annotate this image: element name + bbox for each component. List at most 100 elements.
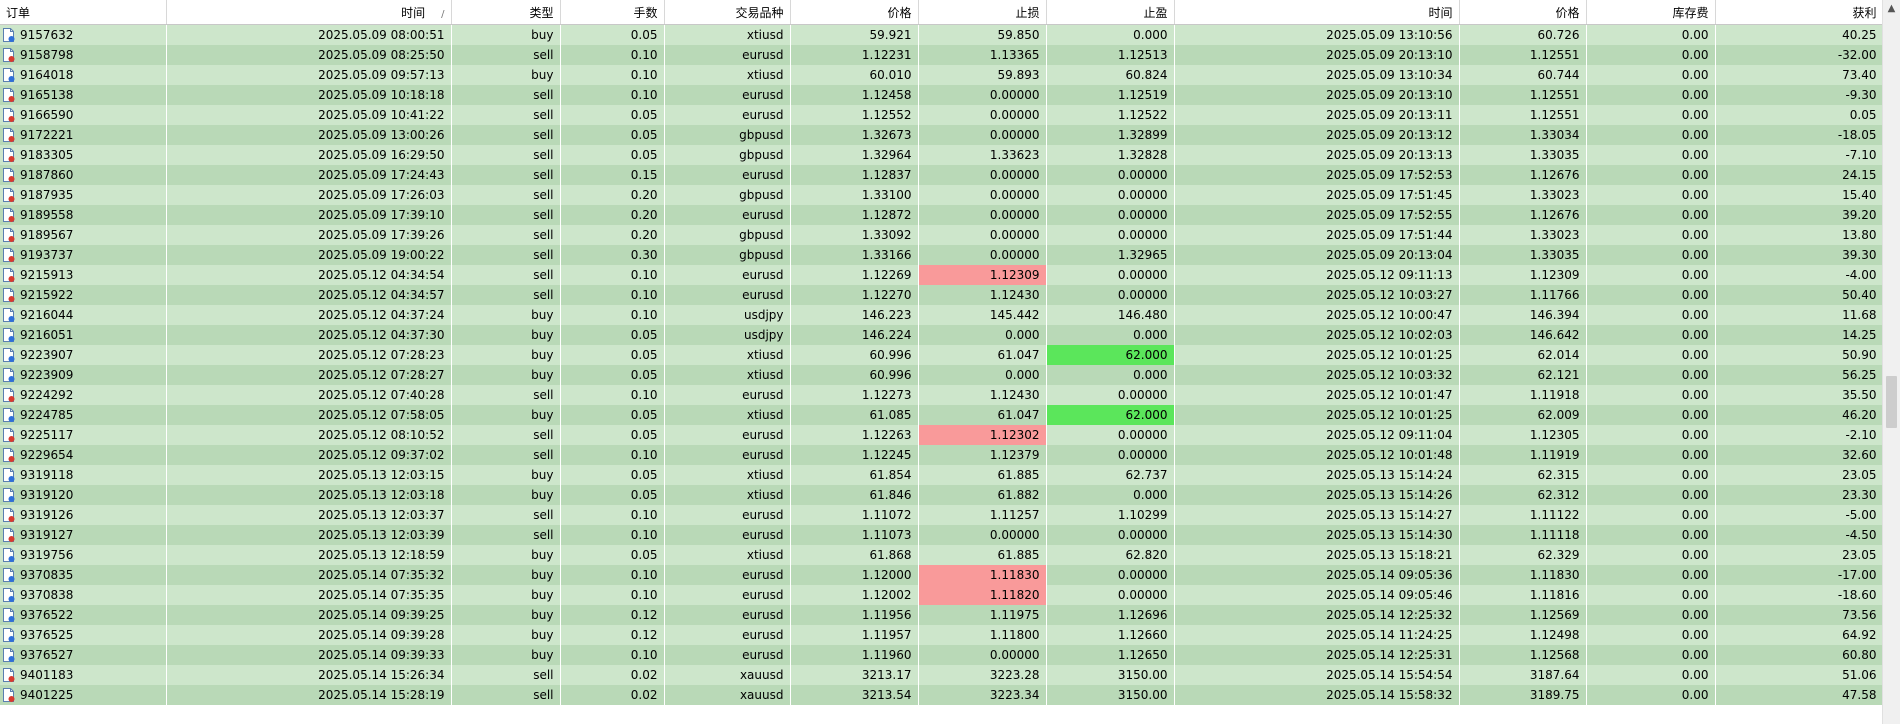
table-row[interactable]: 9319126 2025.05.13 12:03:37 sell 0.10 eurusd… — [0, 505, 1883, 525]
table-row[interactable]: 9376527 2025.05.14 09:39:33 buy 0.10 eurusd 1… — [0, 645, 1883, 665]
table-row[interactable]: 9187935 2025.05.09 17:26:03 sell 0.20 gbpusd… — [0, 185, 1883, 205]
table-row[interactable]: 9158798 2025.05.09 08:25:50 sell 0.10 eurusd… — [0, 45, 1883, 65]
table-row[interactable]: 9189567 2025.05.09 17:39:26 sell 0.20 gbpusd… — [0, 225, 1883, 245]
profit-cell: 39.20 — [1715, 205, 1883, 225]
table-row[interactable]: 9215913 2025.05.12 04:34:54 sell 0.10 eurusd… — [0, 265, 1883, 285]
table-row[interactable]: 9183305 2025.05.09 16:29:50 sell 0.05 gbpusd… — [0, 145, 1883, 165]
table-row[interactable]: 9164018 2025.05.09 09:57:13 buy 0.10 xtiusd 6… — [0, 65, 1883, 85]
table-row[interactable]: 9223907 2025.05.12 07:28:23 buy 0.05 xtiusd 6… — [0, 345, 1883, 365]
table-row[interactable]: 9370835 2025.05.14 07:35:32 buy 0.10 eurusd 1… — [0, 565, 1883, 585]
order-number: 9172221 — [20, 128, 74, 142]
table-row[interactable]: 9319127 2025.05.13 12:03:39 sell 0.10 eurusd… — [0, 525, 1883, 545]
buy-marker-icon — [8, 76, 15, 82]
table-row[interactable]: 9223909 2025.05.12 07:28:27 buy 0.05 xtiusd 6… — [0, 365, 1883, 385]
column-header-stop-loss[interactable]: 止损 — [918, 0, 1047, 25]
table-row[interactable]: 9225117 2025.05.12 08:10:52 sell 0.05 eurusd… — [0, 425, 1883, 445]
close-time-cell: 2025.05.09 17:51:44 — [1174, 225, 1460, 245]
table-row[interactable]: 9224292 2025.05.12 07:40:28 sell 0.10 eurusd… — [0, 385, 1883, 405]
table-row[interactable]: 9401183 2025.05.14 15:26:34 sell 0.02 xauusd… — [0, 665, 1883, 685]
column-header-symbol[interactable]: 交易品种 — [664, 0, 791, 25]
column-header-lots[interactable]: 手数 — [560, 0, 665, 25]
order-cell: 9376525 — [0, 625, 167, 645]
take-profit-cell: 0.00000 — [1046, 565, 1175, 585]
order-cell: 9225117 — [0, 425, 167, 445]
lots-cell: 0.05 — [560, 325, 665, 345]
table-row[interactable]: 9165138 2025.05.09 10:18:18 sell 0.10 eurusd… — [0, 85, 1883, 105]
table-row[interactable]: 9319120 2025.05.13 12:03:18 buy 0.05 xtiusd 6… — [0, 485, 1883, 505]
column-header-open-time[interactable]: 时间 / — [166, 0, 452, 25]
stop-loss-cell: 145.442 — [918, 305, 1047, 325]
swap-cell: 0.00 — [1586, 405, 1716, 425]
symbol-cell: eurusd — [664, 645, 791, 665]
close-time-cell: 2025.05.14 15:58:32 — [1174, 685, 1460, 705]
type-cell: sell — [451, 85, 561, 105]
table-row[interactable]: 9187860 2025.05.09 17:24:43 sell 0.15 eurusd… — [0, 165, 1883, 185]
column-header-swap[interactable]: 库存费 — [1586, 0, 1716, 25]
column-header-type[interactable]: 类型 — [451, 0, 561, 25]
table-row[interactable]: 9376525 2025.05.14 09:39:28 buy 0.12 eurusd 1… — [0, 625, 1883, 645]
trade-document-icon — [3, 608, 15, 622]
open-time-cell: 2025.05.09 17:39:26 — [166, 225, 452, 245]
chevron-up-icon[interactable]: ▲ — [1883, 0, 1900, 17]
column-header-order[interactable]: 订单 — [0, 0, 167, 25]
lots-cell: 0.10 — [560, 285, 665, 305]
profit-cell: 23.05 — [1715, 465, 1883, 485]
column-header-close-price[interactable]: 价格 — [1459, 0, 1587, 25]
table-row[interactable]: 9157632 2025.05.09 08:00:51 buy 0.05 xtiusd 5… — [0, 24, 1883, 45]
open-price-cell: 60.996 — [790, 365, 919, 385]
buy-marker-icon — [8, 376, 15, 382]
column-header-close-time[interactable]: 时间 — [1174, 0, 1460, 25]
take-profit-cell: 1.12513 — [1046, 45, 1175, 65]
buy-marker-icon — [8, 416, 15, 422]
type-cell: buy — [451, 465, 561, 485]
close-time-cell: 2025.05.14 09:05:46 — [1174, 585, 1460, 605]
type-cell: sell — [451, 105, 561, 125]
close-time-cell: 2025.05.14 09:05:36 — [1174, 565, 1460, 585]
table-row[interactable]: 9224785 2025.05.12 07:58:05 buy 0.05 xtiusd 6… — [0, 405, 1883, 425]
buy-marker-icon — [8, 336, 15, 342]
column-header-profit[interactable]: 获利 — [1715, 0, 1883, 25]
lots-cell: 0.05 — [560, 485, 665, 505]
type-cell: buy — [451, 645, 561, 665]
table-row[interactable]: 9166590 2025.05.09 10:41:22 sell 0.05 eurusd… — [0, 105, 1883, 125]
take-profit-cell: 62.000 — [1046, 405, 1175, 425]
table-row[interactable]: 9376522 2025.05.14 09:39:25 buy 0.12 eurusd 1… — [0, 605, 1883, 625]
type-cell: buy — [451, 605, 561, 625]
table-row[interactable]: 9172221 2025.05.09 13:00:26 sell 0.05 gbpusd… — [0, 125, 1883, 145]
table-row[interactable]: 9319756 2025.05.13 12:18:59 buy 0.05 xtiusd 6… — [0, 545, 1883, 565]
order-cell: 9401225 — [0, 685, 167, 705]
lots-cell: 0.10 — [560, 645, 665, 665]
table-row[interactable]: 9401225 2025.05.14 15:28:19 sell 0.02 xauusd… — [0, 685, 1883, 705]
table-row[interactable]: 9319118 2025.05.13 12:03:15 buy 0.05 xtiusd 6… — [0, 465, 1883, 485]
sell-marker-icon — [8, 156, 15, 162]
swap-cell: 0.00 — [1586, 325, 1716, 345]
table-row[interactable]: 9370838 2025.05.14 07:35:35 buy 0.10 eurusd 1… — [0, 585, 1883, 605]
stop-loss-cell: 1.11257 — [918, 505, 1047, 525]
swap-cell: 0.00 — [1586, 625, 1716, 645]
close-price-cell: 1.11122 — [1459, 505, 1587, 525]
lots-cell: 0.05 — [560, 425, 665, 445]
stop-loss-cell: 61.047 — [918, 345, 1047, 365]
column-header-open-price[interactable]: 价格 — [790, 0, 919, 25]
open-price-cell: 1.32673 — [790, 125, 919, 145]
sell-marker-icon — [8, 276, 15, 282]
take-profit-cell: 0.00000 — [1046, 425, 1175, 445]
buy-marker-icon — [8, 596, 15, 602]
stop-loss-cell: 1.12430 — [918, 385, 1047, 405]
column-header-take-profit[interactable]: 止盈 — [1046, 0, 1175, 25]
symbol-cell: eurusd — [664, 165, 791, 185]
vertical-scrollbar[interactable]: ▲ — [1882, 0, 1900, 724]
table-row[interactable]: 9215922 2025.05.12 04:34:57 sell 0.10 eurusd… — [0, 285, 1883, 305]
close-time-cell: 2025.05.12 10:01:47 — [1174, 385, 1460, 405]
scrollbar-thumb[interactable] — [1886, 376, 1897, 428]
table-row[interactable]: 9216044 2025.05.12 04:37:24 buy 0.10 usdjpy 1… — [0, 305, 1883, 325]
trade-history-grid[interactable]: 订单 时间 / 类型 手数 交易品种 价格 止损 止盈 时间 价格 库存费 获利 … — [0, 0, 1883, 724]
table-row[interactable]: 9216051 2025.05.12 04:37:30 buy 0.05 usdjpy 1… — [0, 325, 1883, 345]
order-number: 9319126 — [20, 508, 74, 522]
stop-loss-cell: 3223.34 — [918, 685, 1047, 705]
table-row[interactable]: 9189558 2025.05.09 17:39:10 sell 0.20 eurusd… — [0, 205, 1883, 225]
stop-loss-cell: 1.12379 — [918, 445, 1047, 465]
lots-cell: 0.12 — [560, 625, 665, 645]
table-row[interactable]: 9193737 2025.05.09 19:00:22 sell 0.30 gbpusd… — [0, 245, 1883, 265]
table-row[interactable]: 9229654 2025.05.12 09:37:02 sell 0.10 eurusd… — [0, 445, 1883, 465]
